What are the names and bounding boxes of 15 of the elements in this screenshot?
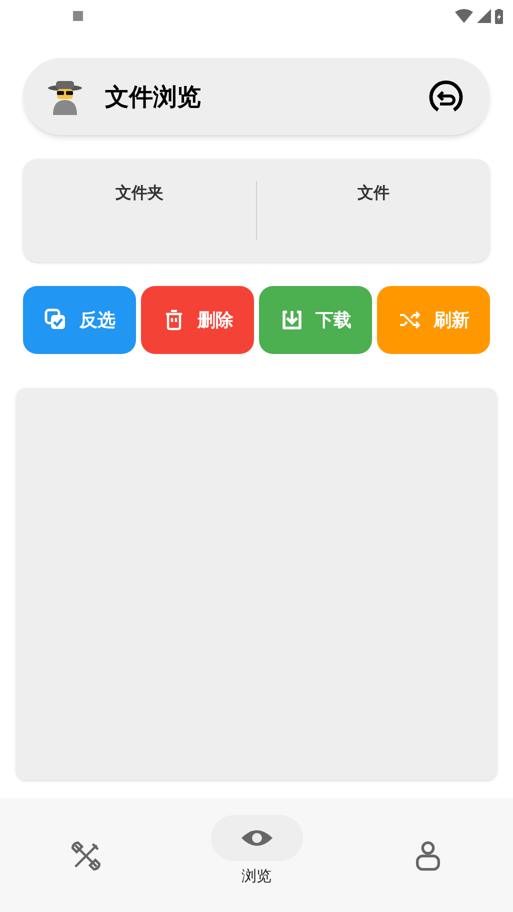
column-heading: 文件夹	[116, 182, 164, 204]
wifi-icon	[455, 9, 473, 23]
signal-icon	[477, 9, 491, 23]
notification-icon	[72, 10, 84, 22]
action-button[interactable]: 刷新	[377, 286, 490, 354]
copy-check-icon	[44, 308, 68, 332]
action-button[interactable]: 反选	[23, 286, 136, 354]
tools-icon	[70, 840, 102, 872]
action-button[interactable]: 下载	[259, 286, 372, 354]
column-heading: 文件	[358, 182, 390, 204]
page-title: 文件浏览	[105, 82, 202, 112]
spy-emoji-icon	[47, 78, 83, 114]
download-icon	[280, 308, 304, 332]
battery-icon	[495, 8, 503, 24]
action-button[interactable]: 删除	[141, 286, 254, 354]
